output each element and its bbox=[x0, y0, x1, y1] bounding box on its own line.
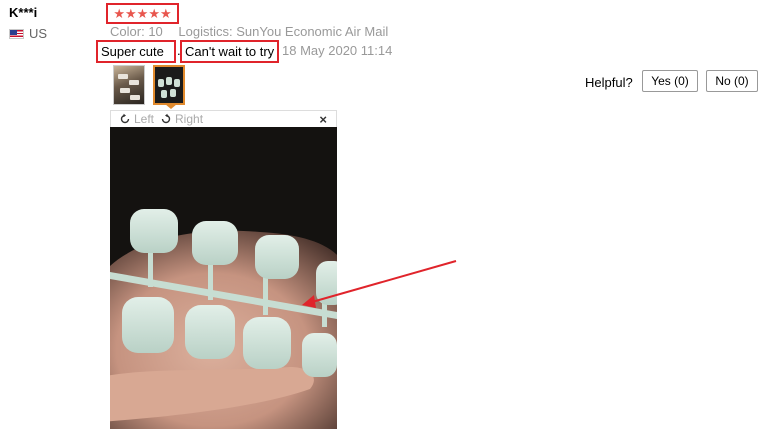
star-icon: ★ bbox=[136, 6, 149, 21]
rotate-left-label: Left bbox=[134, 112, 155, 126]
star-rating: ★ ★ ★ ★ ★ bbox=[106, 3, 179, 24]
star-icon: ★ bbox=[148, 6, 160, 21]
image-viewer-toolbar: Left Right × bbox=[110, 110, 337, 127]
rotate-right-button[interactable]: Right bbox=[160, 112, 203, 126]
rotate-right-icon bbox=[161, 113, 171, 124]
active-thumbnail-caret bbox=[165, 104, 177, 109]
reviewer-name: K***i bbox=[9, 5, 38, 20]
review-photo-thumbnail-2[interactable] bbox=[153, 65, 185, 105]
rotate-right-label: Right bbox=[175, 112, 204, 126]
reviewer-country: US bbox=[9, 26, 47, 41]
helpful-label: Helpful? bbox=[585, 75, 633, 90]
star-icon: ★ bbox=[159, 6, 172, 21]
review-text-highlight-2: Can't wait to try bbox=[180, 40, 279, 63]
logistics-value: SunYou Economic Air Mail bbox=[236, 24, 389, 39]
helpful-yes-button[interactable]: Yes (0) bbox=[642, 70, 698, 92]
logistics-label: Logistics: bbox=[178, 24, 233, 39]
star-icon: ★ bbox=[113, 6, 126, 21]
helpful-no-button[interactable]: No (0) bbox=[706, 70, 758, 92]
review-date: 18 May 2020 11:14 bbox=[282, 43, 393, 58]
us-flag-icon bbox=[9, 28, 24, 39]
country-label: US bbox=[29, 26, 48, 41]
color-value: 10 bbox=[148, 24, 163, 39]
rotate-left-icon bbox=[120, 113, 130, 124]
photo-content bbox=[110, 127, 337, 429]
review-photo-thumbnail-1[interactable] bbox=[113, 65, 145, 105]
star-icon: ★ bbox=[125, 6, 137, 21]
close-icon[interactable]: × bbox=[319, 112, 327, 127]
review-photo-large bbox=[110, 127, 337, 429]
color-label: Color: bbox=[110, 24, 145, 39]
rotate-left-button[interactable]: Left bbox=[119, 112, 154, 126]
order-meta: Color: 10 Logistics: SunYou Economic Air… bbox=[110, 24, 388, 39]
review-text-highlight-1: Super cute bbox=[96, 40, 176, 63]
